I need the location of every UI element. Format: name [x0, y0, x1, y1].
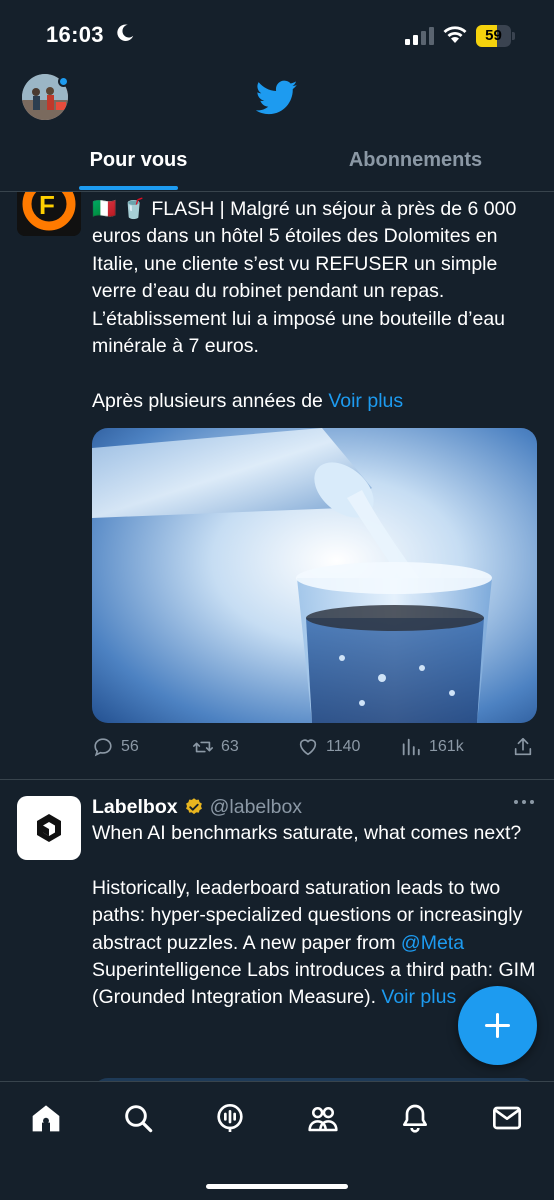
nav-search[interactable] [122, 1102, 154, 1134]
more-options-icon[interactable] [512, 797, 536, 807]
svg-text:F: F [39, 192, 55, 220]
reply-button[interactable]: 56 [92, 735, 139, 759]
heart-icon [299, 739, 317, 756]
home-icon [32, 1105, 60, 1132]
compose-button[interactable] [458, 986, 537, 1065]
like-button[interactable]: 1140 [297, 735, 360, 759]
notifications-icon [403, 1104, 427, 1133]
tweet-text: 🇮🇹 🥤 FLASH | Malgré un séjour à près de … [92, 196, 542, 415]
tweet-image[interactable] [92, 428, 537, 723]
nav-notifications[interactable] [399, 1102, 431, 1134]
reply-count: 56 [121, 738, 139, 755]
bottom-navigation [0, 1081, 554, 1200]
tweet-body: 🇮🇹 🥤 FLASH | Malgré un séjour à près de … [92, 198, 517, 412]
tweet-text: When AI benchmarks saturate, what comes … [92, 820, 542, 1012]
retweet-button[interactable]: 63 [192, 735, 239, 759]
nav-spaces[interactable] [214, 1102, 246, 1134]
see-more-link[interactable]: Voir plus [381, 986, 456, 1008]
tab-following[interactable]: Abonnements [277, 140, 554, 192]
verified-badge-icon [185, 798, 202, 815]
wifi-icon [443, 26, 467, 43]
tweet[interactable]: F 🇮🇹 🥤 FLASH | Malgré un séjour à près d… [0, 192, 554, 780]
moon-icon [117, 24, 134, 41]
see-more-link[interactable]: Voir plus [328, 390, 403, 412]
twitter-bird-icon[interactable] [256, 80, 298, 116]
author-name[interactable]: Labelbox [92, 796, 178, 819]
like-count: 1140 [326, 738, 361, 755]
reply-icon [94, 738, 112, 757]
nav-home[interactable] [30, 1102, 62, 1134]
status-time: 16:03 [46, 22, 104, 47]
battery-icon: 59 [476, 25, 516, 47]
nav-messages[interactable] [491, 1102, 523, 1134]
messages-icon [493, 1106, 521, 1130]
views-count: 161k [429, 738, 464, 755]
tab-for-you[interactable]: Pour vous [0, 140, 277, 192]
communities-icon [308, 1106, 338, 1132]
battery-level: 59 [485, 27, 502, 44]
tweet-header: Labelbox @labelbox [92, 794, 302, 820]
retweet-count: 63 [221, 738, 239, 755]
timeline-tabs: Pour vous Abonnements [0, 140, 554, 192]
mention-link[interactable]: @Meta [401, 932, 464, 954]
search-icon [125, 1105, 153, 1133]
labelbox-avatar[interactable] [17, 796, 81, 860]
spaces-icon [217, 1104, 243, 1132]
views-button[interactable]: 161k [400, 735, 464, 759]
signal-icon [405, 27, 434, 45]
author-handle[interactable]: @labelbox [210, 796, 302, 819]
active-tab-indicator [79, 186, 178, 190]
views-chart-icon [402, 738, 420, 756]
notification-dot [58, 76, 69, 87]
nav-communities[interactable] [307, 1102, 339, 1134]
tweet-actions: 56 63 1140 161k [92, 735, 537, 759]
status-bar: 16:03 59 [0, 0, 554, 70]
share-icon [514, 737, 532, 756]
retweet-icon [193, 741, 213, 753]
share-button[interactable] [512, 735, 534, 759]
cf-logo-avatar[interactable]: F [17, 192, 81, 236]
top-header: Pour vous Abonnements [0, 70, 554, 192]
home-indicator [206, 1184, 348, 1189]
